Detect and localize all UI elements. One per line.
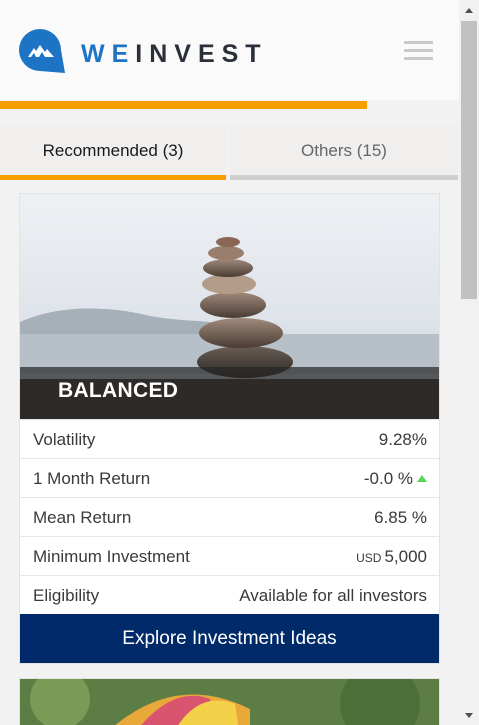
weinvest-logo-icon[interactable] [19, 29, 65, 73]
progress-bar [0, 101, 459, 109]
vertical-scrollbar[interactable] [459, 0, 479, 725]
stat-row-volatility: Volatility 9.28% [20, 419, 439, 458]
scrollbar-thumb[interactable] [461, 21, 477, 299]
app-header: WEINVEST [0, 0, 459, 100]
progress-fill [0, 101, 368, 109]
tab-others[interactable]: Others (15) [230, 125, 458, 180]
currency-code: USD [356, 551, 382, 565]
portfolio-image: BALANCED [20, 194, 439, 419]
portfolio-card: BALANCED Volatility 9.28% 1 Month Return… [19, 193, 440, 664]
stat-row-1-month-return: 1 Month Return -0.0 % [20, 458, 439, 497]
hamburger-menu-icon[interactable] [404, 40, 434, 62]
brand-we: WE [81, 40, 136, 68]
next-portfolio-card[interactable] [19, 678, 440, 725]
explore-investment-ideas-button[interactable]: Explore Investment Ideas [20, 614, 439, 663]
portfolio-tabs: Recommended (3) Others (15) [0, 125, 459, 181]
stat-value: 9.28% [378, 430, 427, 449]
stat-value: Available for all investors [239, 586, 427, 605]
brand-name[interactable]: WEINVEST [81, 40, 268, 68]
triangle-up-icon [417, 475, 427, 482]
stat-value-wrapper: -0.0 % [364, 469, 427, 489]
stat-row-eligibility: Eligibility Available for all investors [20, 575, 439, 614]
brand-invest: INVEST [135, 40, 268, 68]
stat-row-mean-return: Mean Return 6.85 % [20, 497, 439, 536]
stat-row-minimum-investment: Minimum Investment USD 5,000 [20, 536, 439, 575]
stat-value-wrapper: USD 5,000 [356, 547, 427, 567]
page: WEINVEST Recommended (3) Others (15) BAL… [0, 0, 459, 725]
portfolio-title-bar: BALANCED [20, 367, 439, 419]
stat-label: Volatility [33, 430, 96, 449]
portfolio-title: BALANCED [58, 379, 179, 402]
stat-value: -0.0 % [363, 469, 413, 488]
scroll-down-icon[interactable] [459, 705, 479, 725]
tab-recommended[interactable]: Recommended (3) [0, 125, 226, 180]
stat-label: Eligibility [33, 586, 100, 605]
stat-label: Mean Return [33, 508, 132, 527]
scroll-up-icon[interactable] [459, 0, 479, 20]
stat-label: 1 Month Return [33, 469, 151, 488]
umbrella-image [20, 679, 439, 725]
stat-label: Minimum Investment [33, 547, 190, 566]
stat-value: 6.85 % [374, 508, 427, 527]
stat-value: 5,000 [384, 547, 427, 566]
